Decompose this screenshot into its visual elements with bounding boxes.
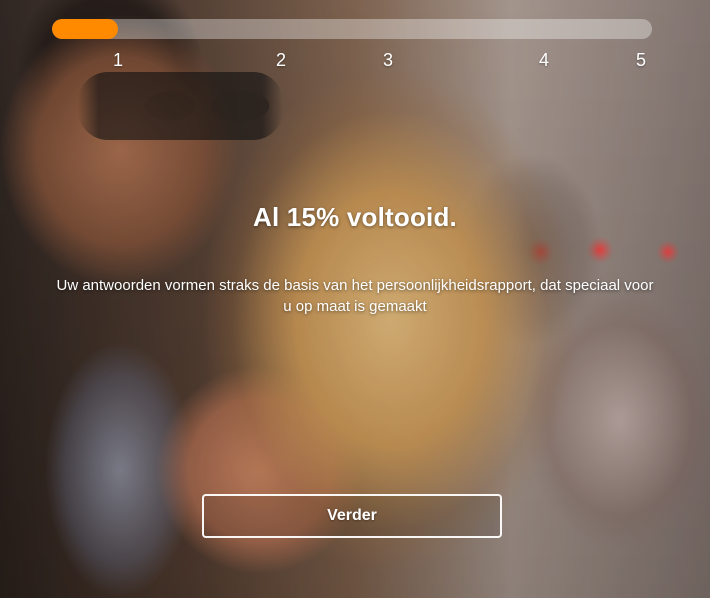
continue-button[interactable]: Verder: [202, 494, 502, 538]
progress-fill: [52, 19, 118, 39]
progress-step-4: 4: [539, 50, 550, 70]
description-text: Uw antwoorden vormen straks de basis van…: [56, 277, 654, 315]
progress-step-3: 3: [383, 50, 394, 70]
progress-step-2: 2: [276, 50, 287, 70]
progress-step-1: 1: [113, 50, 124, 70]
page-title: Al 15% voltooid.: [252, 202, 457, 232]
progress-bar: [52, 19, 652, 39]
progress-step-5: 5: [636, 50, 647, 70]
progress-screen: 1 2 3 4 5 Al 15% voltooid. Uw antwoorden…: [0, 0, 710, 598]
